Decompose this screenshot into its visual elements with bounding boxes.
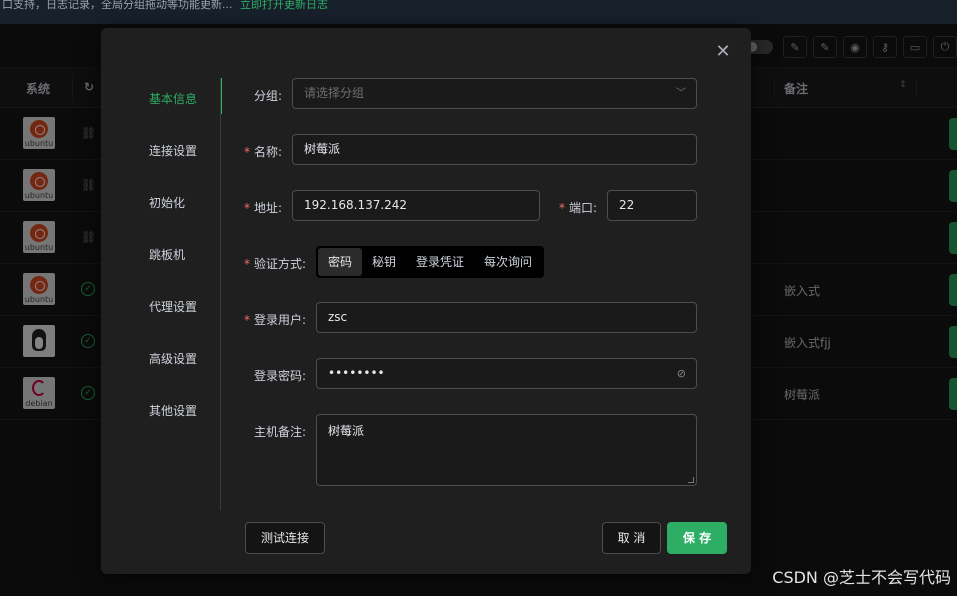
group-select[interactable]: 请选择分组 ﹀ — [292, 78, 697, 109]
auth-option-credential[interactable]: 登录凭证 — [406, 248, 474, 276]
login-user-label: * 登录用户: — [244, 313, 307, 327]
watermark: CSDN @芝士不会写代码 — [772, 568, 951, 587]
nav-advanced-settings[interactable]: 高级设置 — [149, 350, 197, 367]
update-log-link[interactable]: 立即打开更新日志 — [240, 0, 328, 11]
chevron-down-icon: ﹀ — [676, 88, 686, 99]
name-label: * 名称: — [244, 145, 283, 159]
address-input[interactable]: 192.168.137.242 — [292, 190, 540, 221]
name-input[interactable]: 树莓派 — [292, 134, 697, 165]
group-label: 分组: — [254, 89, 283, 103]
remark-value: 树莓派 — [328, 424, 365, 438]
auth-method-label: * 验证方式: — [244, 257, 307, 271]
update-banner: 口支持，日志记录，全局分组拖动等功能更新... 立即打开更新日志 — [0, 0, 957, 24]
port-label: * 端口: — [559, 201, 598, 215]
required-mark: * — [244, 201, 250, 215]
address-label: * 地址: — [244, 201, 283, 215]
nav-proxy-settings[interactable]: 代理设置 — [149, 298, 197, 315]
login-password-input[interactable]: •••••••• ⊘ — [316, 358, 697, 389]
auth-method-segmented: 密码 秘钥 登录凭证 每次询问 — [316, 246, 545, 278]
active-tab-indicator — [220, 78, 222, 114]
update-banner-text: 口支持，日志记录，全局分组拖动等功能更新... — [2, 0, 233, 11]
required-mark: * — [559, 201, 565, 215]
nav-basic-info[interactable]: 基本信息 — [149, 90, 197, 107]
edit-host-dialog: ✕ 基本信息 连接设置 初始化 跳板机 代理设置 高级设置 其他设置 分组: 请… — [101, 28, 751, 574]
login-password-label: 登录密码: — [254, 369, 307, 383]
nav-initialization[interactable]: 初始化 — [149, 194, 185, 211]
eye-off-icon[interactable]: ⊘ — [677, 359, 686, 388]
resize-handle-icon[interactable] — [688, 477, 694, 483]
close-icon[interactable]: ✕ — [715, 43, 731, 61]
auth-option-password[interactable]: 密码 — [318, 248, 363, 276]
auth-option-ask-each-time[interactable]: 每次询问 — [474, 248, 542, 276]
required-mark: * — [244, 257, 250, 271]
port-input[interactable]: 22 — [607, 190, 697, 221]
required-mark: * — [244, 145, 250, 159]
required-mark: * — [244, 313, 250, 327]
group-placeholder: 请选择分组 — [304, 86, 365, 100]
nav-other-settings[interactable]: 其他设置 — [149, 402, 197, 419]
cancel-button[interactable]: 取 消 — [602, 522, 661, 554]
save-button[interactable]: 保 存 — [667, 522, 727, 554]
password-value: •••••••• — [328, 366, 385, 380]
host-remark-textarea[interactable]: 树莓派 — [316, 414, 697, 486]
auth-option-key[interactable]: 秘钥 — [362, 248, 406, 276]
dialog-side-nav: 基本信息 连接设置 初始化 跳板机 代理设置 高级设置 其他设置 — [101, 78, 222, 510]
nav-jump-host[interactable]: 跳板机 — [149, 246, 185, 263]
test-connection-button[interactable]: 测试连接 — [245, 522, 325, 554]
host-remark-label: 主机备注: — [254, 425, 307, 439]
login-user-input[interactable]: zsc — [316, 302, 697, 333]
nav-connection-settings[interactable]: 连接设置 — [149, 142, 197, 159]
